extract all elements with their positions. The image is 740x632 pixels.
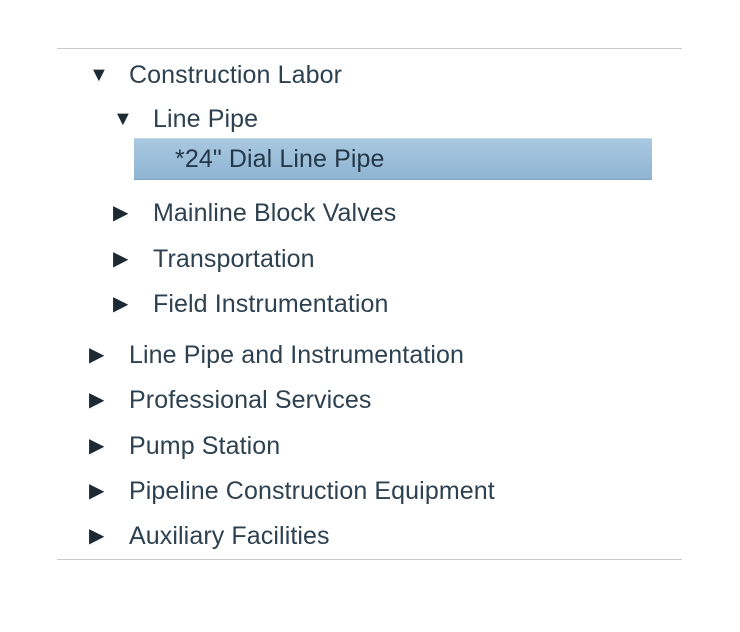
tree-node-label: *24" Dial Line Pipe bbox=[175, 144, 385, 173]
tree-node-label: Field Instrumentation bbox=[153, 289, 389, 318]
tree-node-pipeline-construction-equipment[interactable]: ▶ Pipeline Construction Equipment bbox=[89, 471, 495, 511]
tree-node-label: Transportation bbox=[153, 244, 315, 273]
tree-node-label: Construction Labor bbox=[129, 60, 343, 89]
tree-node-professional-services[interactable]: ▶ Professional Services bbox=[89, 380, 371, 420]
tree-node-label: Mainline Block Valves bbox=[153, 198, 397, 227]
tree-node-transportation[interactable]: ▶ Transportation bbox=[113, 239, 315, 279]
tree-node-field-instrumentation[interactable]: ▶ Field Instrumentation bbox=[113, 284, 389, 324]
tree-node-line-pipe-and-instrumentation[interactable]: ▶ Line Pipe and Instrumentation bbox=[89, 335, 464, 375]
tree-node-label: Line Pipe and Instrumentation bbox=[129, 340, 465, 369]
tree-node-dial-line-pipe-selected[interactable]: *24" Dial Line Pipe bbox=[134, 138, 652, 180]
collapsed-triangle-icon[interactable]: ▶ bbox=[113, 249, 137, 269]
tree-node-label: Pump Station bbox=[129, 431, 281, 460]
collapsed-triangle-icon[interactable]: ▶ bbox=[89, 390, 113, 410]
collapsed-triangle-icon[interactable]: ▶ bbox=[113, 203, 137, 223]
tree-node-label: Pipeline Construction Equipment bbox=[129, 476, 495, 505]
tree-node-pump-station[interactable]: ▶ Pump Station bbox=[89, 426, 280, 466]
collapsed-triangle-icon[interactable]: ▶ bbox=[89, 526, 113, 546]
tree-view: ▼ Construction Labor ▼ Line Pipe *24" Di… bbox=[57, 48, 682, 560]
expanded-triangle-icon[interactable]: ▼ bbox=[113, 109, 137, 129]
tree-node-label: Auxiliary Facilities bbox=[129, 521, 330, 550]
tree-node-auxiliary-facilities[interactable]: ▶ Auxiliary Facilities bbox=[89, 516, 330, 556]
collapsed-triangle-icon[interactable]: ▶ bbox=[89, 481, 113, 501]
tree-node-construction-labor[interactable]: ▼ Construction Labor bbox=[89, 55, 342, 95]
collapsed-triangle-icon[interactable]: ▶ bbox=[89, 436, 113, 456]
tree-node-label: Professional Services bbox=[129, 385, 372, 414]
tree-node-label: Line Pipe bbox=[153, 104, 259, 133]
expanded-triangle-icon[interactable]: ▼ bbox=[89, 65, 113, 85]
collapsed-triangle-icon[interactable]: ▶ bbox=[89, 345, 113, 365]
collapsed-triangle-icon[interactable]: ▶ bbox=[113, 294, 137, 314]
tree-node-mainline-block-valves[interactable]: ▶ Mainline Block Valves bbox=[113, 193, 396, 233]
tree-node-line-pipe[interactable]: ▼ Line Pipe bbox=[113, 99, 258, 139]
